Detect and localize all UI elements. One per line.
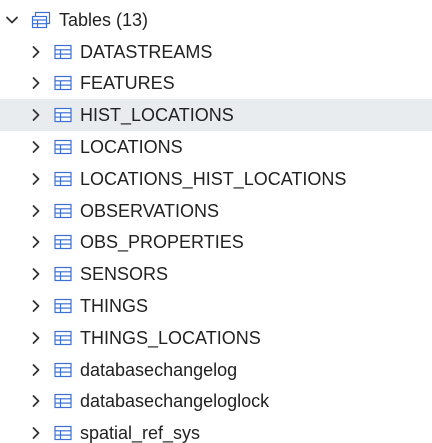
- table-icon: [53, 138, 73, 156]
- tree-item-label: OBSERVATIONS: [80, 200, 220, 221]
- tree-item-label: FEATURES: [80, 73, 175, 94]
- tree-item-table[interactable]: databasechangeloglock: [0, 385, 432, 417]
- chevron-right-icon[interactable]: [29, 45, 43, 59]
- table-icon: [53, 106, 73, 124]
- tree-item-table[interactable]: HIST_LOCATIONS: [0, 99, 432, 132]
- table-icon: [53, 424, 73, 442]
- chevron-right-icon[interactable]: [29, 426, 43, 440]
- table-icon: [53, 392, 73, 410]
- tree-item-table[interactable]: SENSORS: [0, 258, 432, 290]
- tree-item-label: databasechangelog: [80, 359, 238, 380]
- table-icon: [53, 43, 73, 61]
- tree-item-table[interactable]: databasechangelog: [0, 354, 432, 386]
- table-icon: [53, 361, 73, 379]
- chevron-right-icon[interactable]: [29, 235, 43, 249]
- tree-item-label: SENSORS: [80, 264, 169, 285]
- tree-item-table[interactable]: LOCATIONS: [0, 131, 432, 163]
- tree-group-tables[interactable]: Tables (13): [0, 4, 432, 36]
- tree-item-table[interactable]: FEATURES: [0, 67, 432, 99]
- tree-group-label: Tables (13): [59, 10, 149, 30]
- tree-item-label: LOCATIONS_HIST_LOCATIONS: [80, 168, 347, 189]
- table-icon: [53, 233, 73, 251]
- tree-item-table[interactable]: LOCATIONS_HIST_LOCATIONS: [0, 163, 432, 195]
- tree-item-table[interactable]: THINGS_LOCATIONS: [0, 322, 432, 354]
- chevron-right-icon[interactable]: [29, 172, 43, 186]
- chevron-right-icon[interactable]: [29, 76, 43, 90]
- table-icon: [53, 170, 73, 188]
- chevron-right-icon[interactable]: [29, 363, 43, 377]
- tree-item-table[interactable]: OBS_PROPERTIES: [0, 226, 432, 258]
- chevron-right-icon[interactable]: [29, 299, 43, 313]
- table-icon: [53, 329, 73, 347]
- chevron-down-icon[interactable]: [5, 13, 19, 27]
- chevron-right-icon[interactable]: [29, 140, 43, 154]
- tree-item-label: OBS_PROPERTIES: [80, 232, 244, 253]
- chevron-right-icon[interactable]: [29, 204, 43, 218]
- tree-item-label: databasechangeloglock: [80, 391, 270, 412]
- tree-item-label: HIST_LOCATIONS: [80, 105, 234, 126]
- chevron-right-icon[interactable]: [29, 108, 43, 122]
- tree-item-table[interactable]: spatial_ref_sys: [0, 417, 432, 443]
- chevron-right-icon[interactable]: [29, 331, 43, 345]
- tree-item-label: THINGS: [80, 295, 149, 316]
- table-icon: [53, 202, 73, 220]
- tree-item-label: DATASTREAMS: [80, 41, 213, 62]
- tables-folder-icon: [31, 11, 51, 29]
- tree-item-table[interactable]: OBSERVATIONS: [0, 195, 432, 227]
- chevron-right-icon[interactable]: [29, 267, 43, 281]
- table-icon: [53, 297, 73, 315]
- chevron-right-icon[interactable]: [29, 394, 43, 408]
- tree-item-table[interactable]: DATASTREAMS: [0, 36, 432, 68]
- table-icon: [53, 74, 73, 92]
- tree-item-label: THINGS_LOCATIONS: [80, 327, 261, 348]
- object-explorer-tree: Tables (13) DATASTREAMS FEATURES HIST_LOCA…: [0, 0, 432, 443]
- tree-item-label: LOCATIONS: [80, 136, 183, 157]
- tree-item-label: spatial_ref_sys: [80, 423, 201, 443]
- tree-item-table[interactable]: THINGS: [0, 290, 432, 322]
- table-icon: [53, 265, 73, 283]
